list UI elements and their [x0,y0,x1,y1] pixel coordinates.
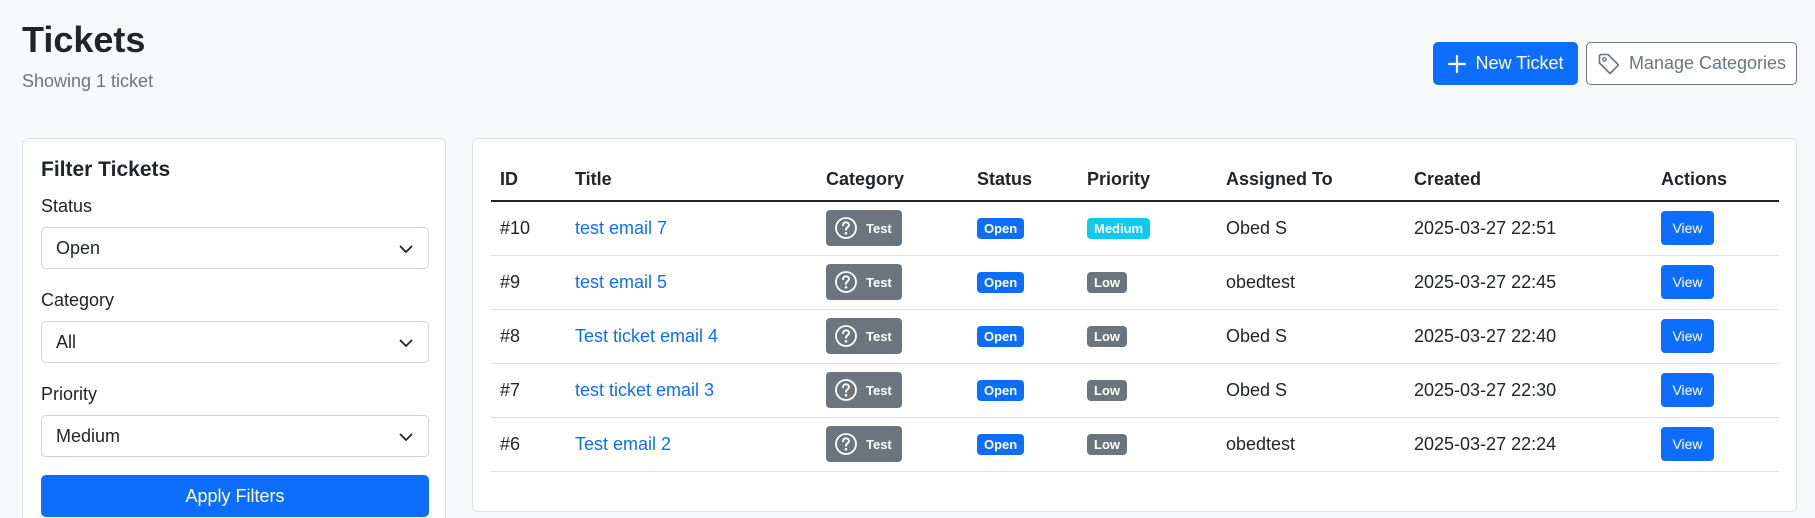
ticket-title-link[interactable]: Test ticket email 4 [575,326,718,346]
ticket-id: #9 [491,255,566,310]
created-date: 2025-03-27 22:24 [1405,417,1652,472]
page-title: Tickets [22,19,146,60]
priority-badge: Medium [1087,218,1151,240]
created-date: 2025-03-27 22:45 [1405,255,1652,310]
assigned-to: obedtest [1217,417,1405,472]
category-select-value: All [56,331,77,352]
new-ticket-label: New Ticket [1475,53,1564,73]
priority-badge: Low [1087,380,1127,401]
question-circle-icon [834,324,858,348]
ticket-id: #8 [491,309,566,364]
category-label: Category [41,290,115,310]
tickets-table: ID Title Category Status Priority Assign… [491,159,1779,472]
category-badge: Test [826,210,902,247]
priority-select-value: Medium [56,425,121,446]
column-header-assigned-to[interactable]: Assigned To [1217,159,1405,202]
assigned-to: Obed S [1217,201,1405,256]
table-row: #9 test email 5 Test Open Low obedtest 2… [491,255,1779,310]
column-header-created[interactable]: Created [1405,159,1652,202]
assigned-to: obedtest [1217,255,1405,310]
apply-filters-button[interactable]: Apply Filters [41,475,429,517]
created-date: 2025-03-27 22:30 [1405,363,1652,418]
table-row: #10 test email 7 Test Open Medium Obed S… [491,201,1779,256]
category-select[interactable]: All [41,321,429,363]
category-badge-label: Test [866,436,892,452]
priority-badge: Low [1087,326,1127,347]
status-badge: Open [977,272,1025,293]
category-badge: Test [826,372,902,408]
column-header-category[interactable]: Category [817,159,968,202]
tag-icon [1597,52,1621,76]
status-badge: Open [977,326,1025,347]
question-circle-icon [834,216,858,240]
category-badge: Test [826,318,902,354]
created-date: 2025-03-27 22:40 [1405,309,1652,364]
category-badge: Test [826,264,902,300]
tickets-page: Tickets Showing 1 ticket New Ticket Mana… [0,0,1815,518]
column-header-priority[interactable]: Priority [1078,159,1217,202]
table-row: #6 Test email 2 Test Open Low obedtest 2… [491,417,1779,472]
table-row: #8 Test ticket email 4 Test Open Low Obe… [491,309,1779,364]
chevron-down-icon [398,429,414,450]
status-select[interactable]: Open [41,227,429,269]
priority-badge: Low [1087,434,1127,455]
ticket-title-link[interactable]: test email 5 [575,272,667,292]
status-label: Status [41,196,93,216]
ticket-id: #6 [491,417,566,472]
status-select-value: Open [56,237,101,258]
priority-select[interactable]: Medium [41,415,429,457]
created-date: 2025-03-27 22:51 [1405,201,1652,256]
plus-icon [1447,54,1467,74]
chevron-down-icon [398,241,414,262]
view-button[interactable]: View [1661,427,1714,461]
filter-title: Filter Tickets [41,158,171,181]
priority-label: Priority [41,384,98,404]
question-circle-icon [834,270,858,294]
status-badge: Open [977,434,1025,455]
status-badge: Open [977,218,1025,240]
table-row: #7 test ticket email 3 Test Open Low Obe… [491,363,1779,418]
view-button[interactable]: View [1661,211,1714,246]
category-badge-label: Test [866,220,892,236]
view-button[interactable]: View [1661,319,1714,353]
assigned-to: Obed S [1217,309,1405,364]
chevron-down-icon [398,335,414,356]
category-badge-label: Test [866,274,892,290]
view-button[interactable]: View [1661,373,1714,407]
status-badge: Open [977,380,1025,401]
question-circle-icon [834,432,858,456]
filter-panel: Filter Tickets Status Open Category All … [22,138,446,518]
category-badge-label: Test [866,328,892,344]
column-header-status[interactable]: Status [968,159,1078,202]
column-header-title[interactable]: Title [566,159,817,202]
manage-categories-label: Manage Categories [1628,53,1787,73]
column-header-id[interactable]: ID [491,159,566,202]
ticket-count: Showing 1 ticket [22,71,154,91]
ticket-title-link[interactable]: test ticket email 3 [575,380,714,400]
ticket-id: #7 [491,363,566,418]
category-badge: Test [826,426,902,462]
assigned-to: Obed S [1217,363,1405,418]
ticket-title-link[interactable]: Test email 2 [575,434,671,454]
manage-categories-button[interactable]: Manage Categories [1586,42,1797,85]
ticket-title-link[interactable]: test email 7 [575,218,667,238]
column-header-actions: Actions [1652,159,1779,202]
question-circle-icon [834,378,858,402]
ticket-id: #10 [491,201,566,256]
table-header-row: ID Title Category Status Priority Assign… [491,159,1779,202]
tickets-panel: ID Title Category Status Priority Assign… [472,138,1797,512]
priority-badge: Low [1087,272,1127,293]
category-badge-label: Test [866,382,892,398]
new-ticket-button[interactable]: New Ticket [1433,42,1578,85]
view-button[interactable]: View [1661,265,1714,299]
